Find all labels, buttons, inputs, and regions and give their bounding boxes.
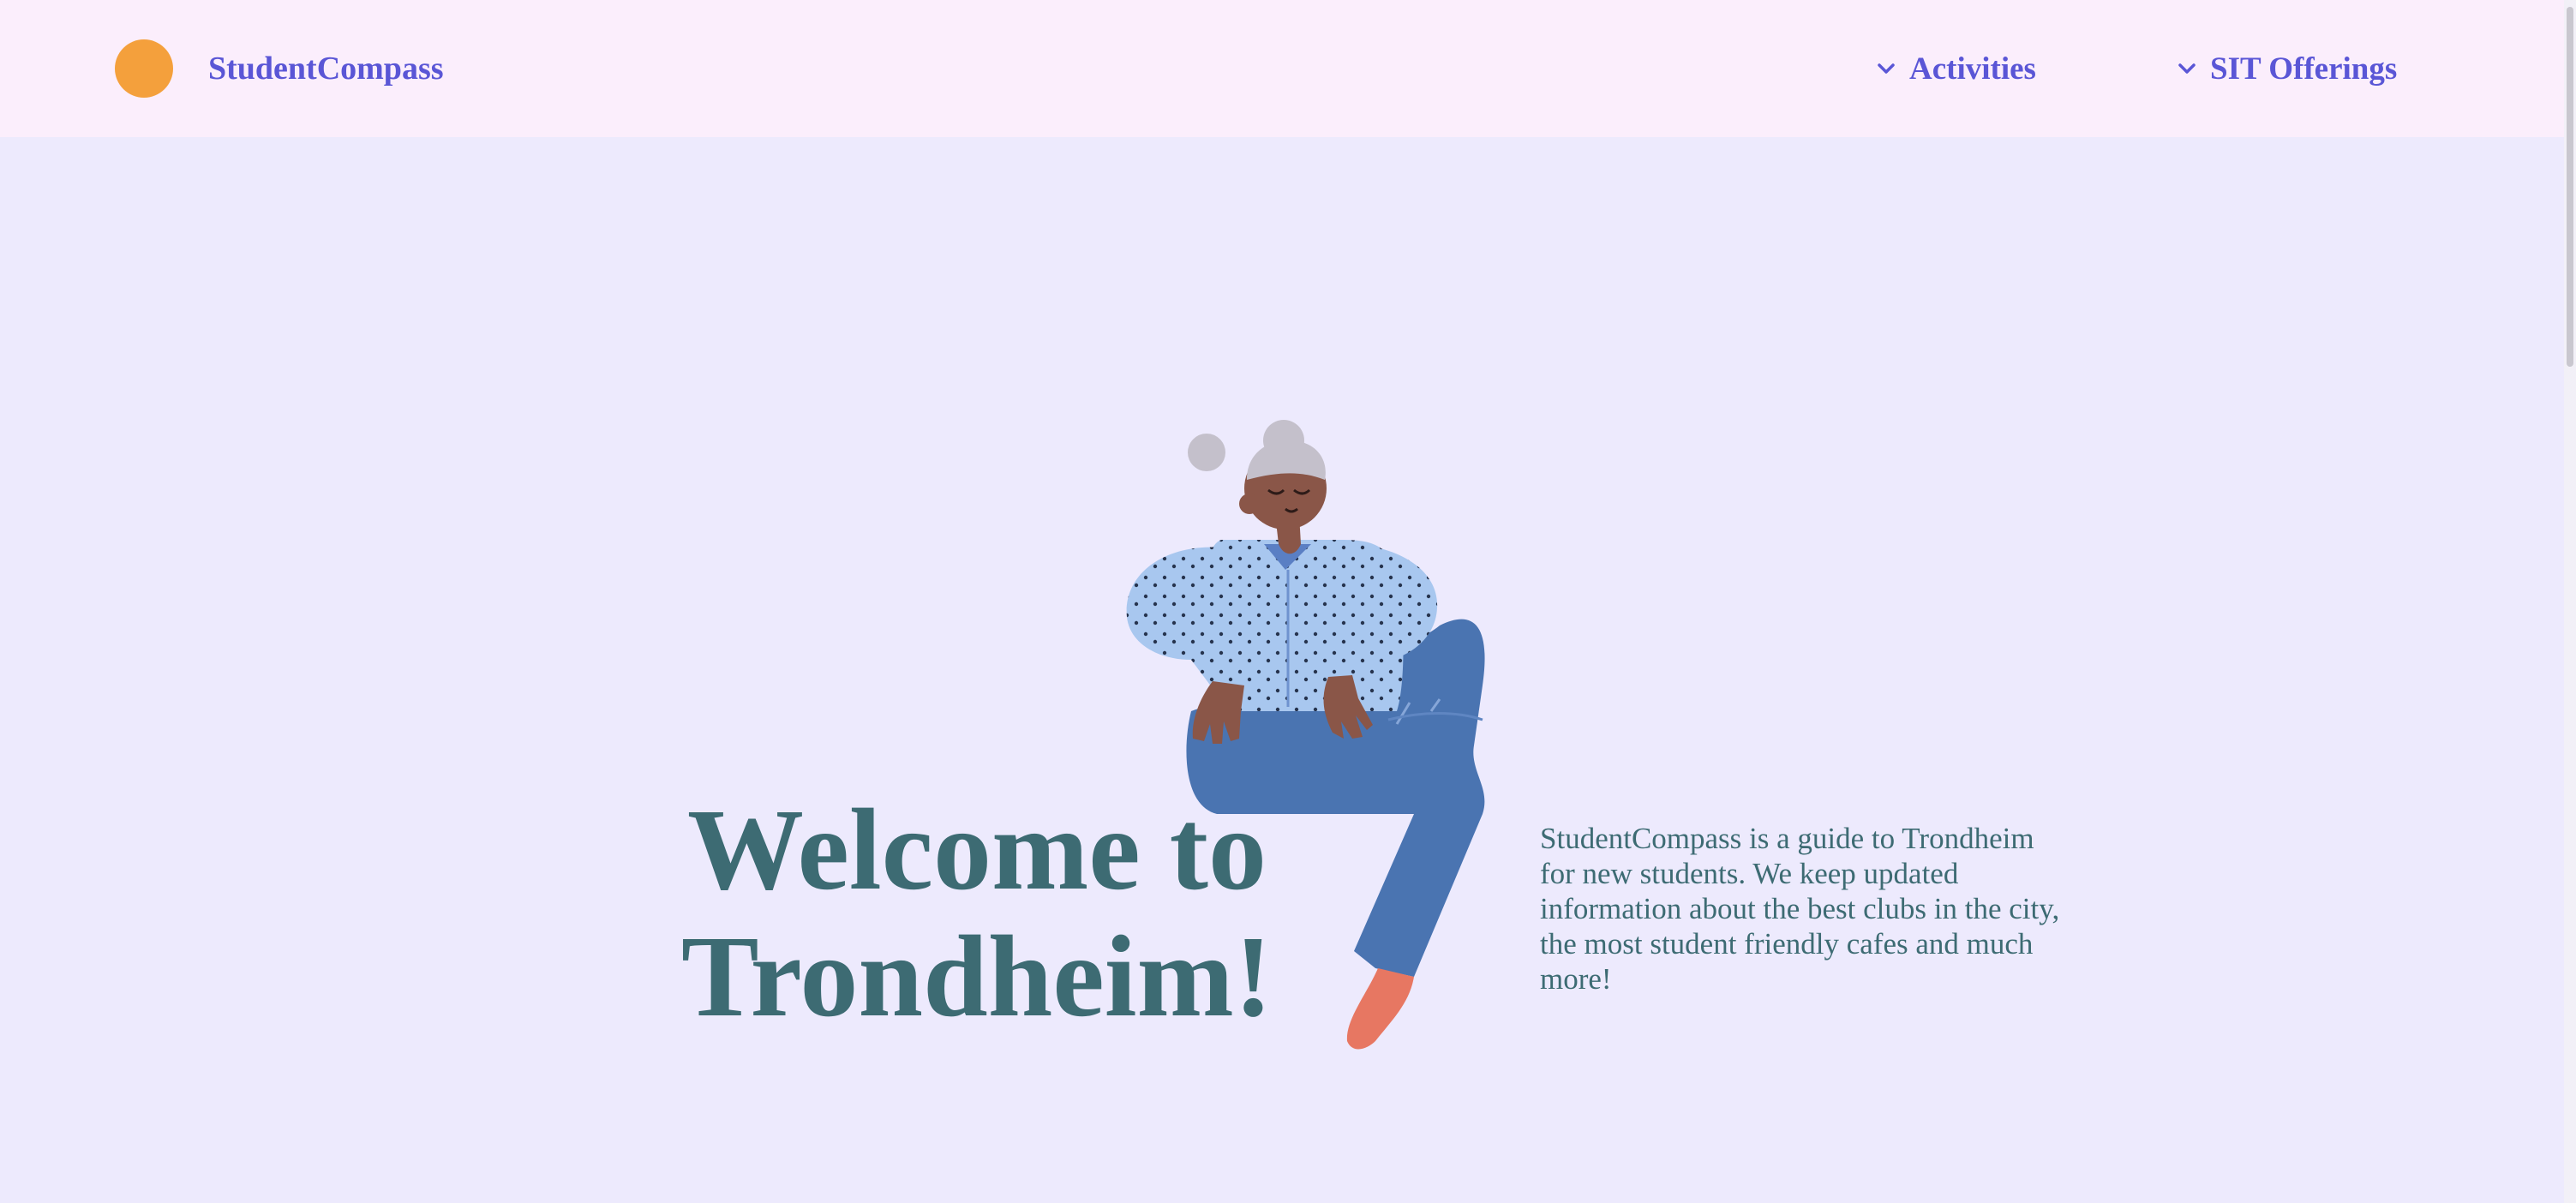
scrollbar-thumb[interactable] bbox=[2567, 7, 2573, 367]
nav-sit-offerings-dropdown[interactable]: SIT Offerings bbox=[2178, 45, 2397, 93]
top-navbar: StudentCompass Activities SIT Offerings bbox=[0, 0, 2576, 137]
nav-activities-label: Activities bbox=[1909, 51, 2036, 87]
hero-description: StudentCompass is a guide to Trondheim f… bbox=[1540, 822, 2060, 996]
page-scrollbar[interactable] bbox=[2564, 0, 2576, 1203]
brand-link[interactable]: StudentCompass bbox=[208, 45, 444, 93]
nav-sit-offerings-label: SIT Offerings bbox=[2210, 51, 2398, 87]
hero-title: Welcome to Trondheim! bbox=[680, 786, 1273, 1041]
logo-circle-icon[interactable] bbox=[115, 39, 173, 98]
nav-activities-dropdown[interactable]: Activities bbox=[1877, 45, 2036, 93]
chevron-down-icon bbox=[1877, 63, 1896, 75]
chevron-down-icon bbox=[2178, 63, 2196, 75]
